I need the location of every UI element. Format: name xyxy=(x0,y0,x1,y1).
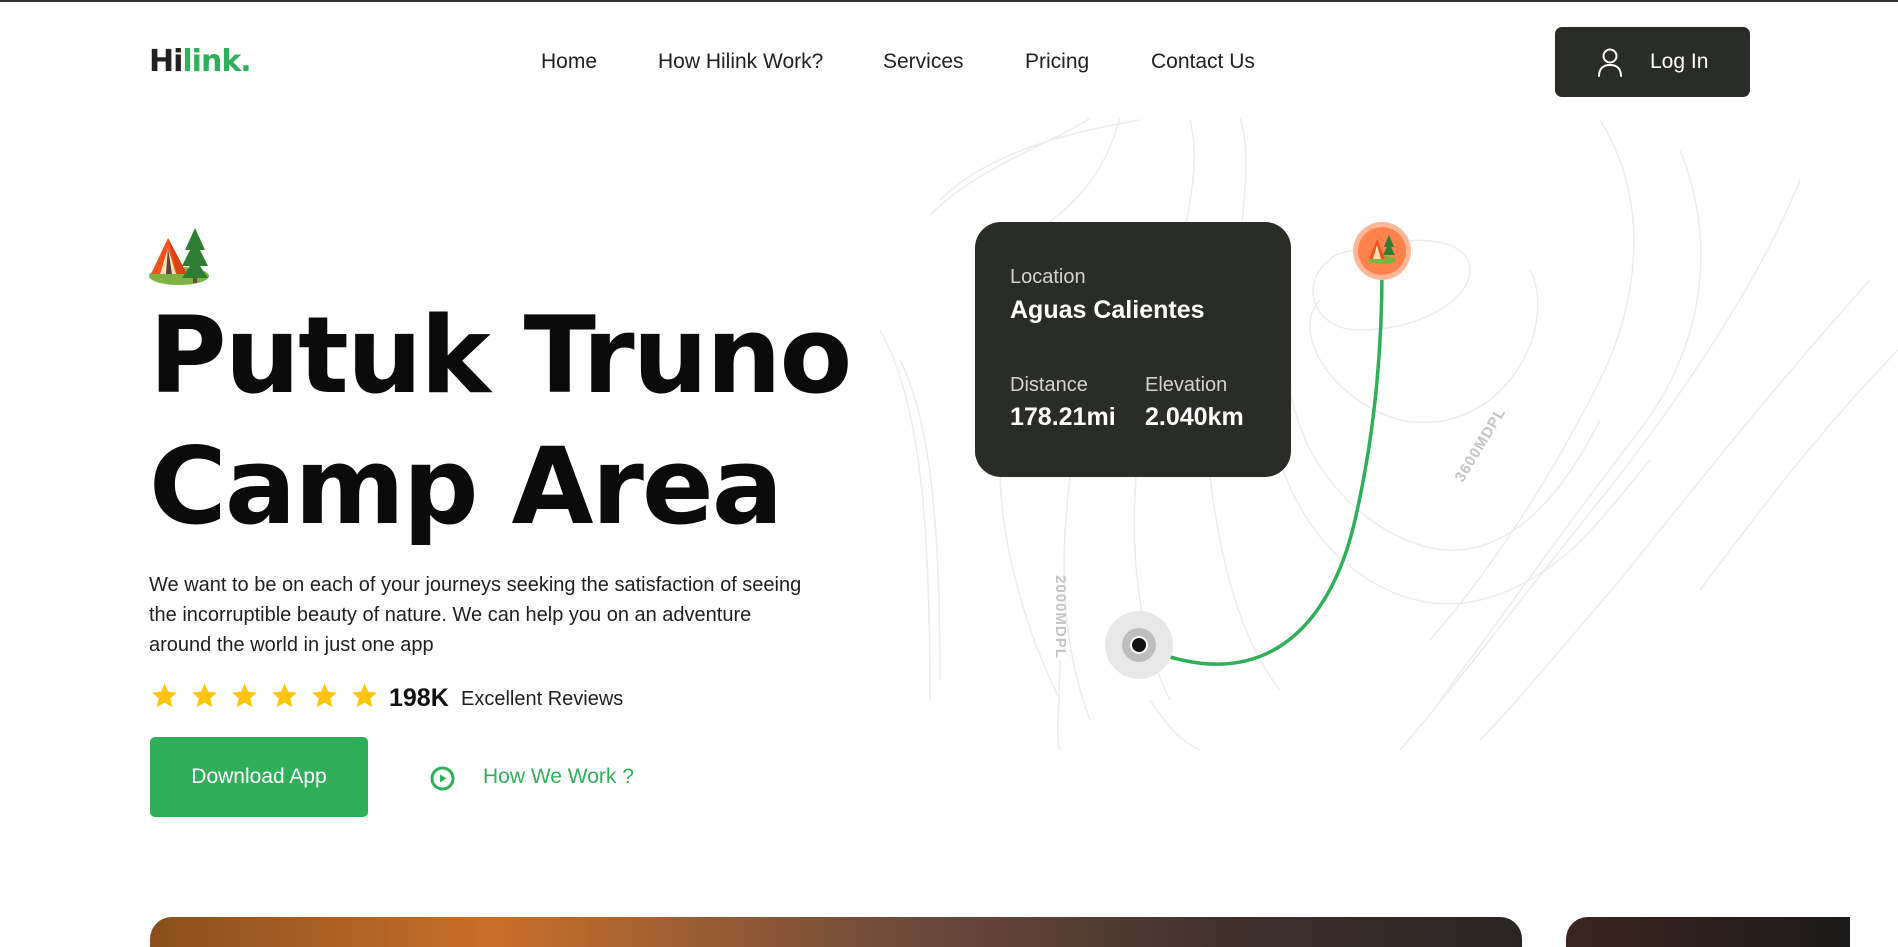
camp-photo-card-secondary[interactable] xyxy=(1566,917,1850,947)
how-we-work-label: How We Work ? xyxy=(483,765,634,788)
hero-description: We want to be on each of your journeys s… xyxy=(149,574,802,656)
star-icon xyxy=(352,683,377,708)
star-icon xyxy=(152,683,177,708)
elevation-label: Elevation xyxy=(1145,374,1228,396)
hero-title-line-1: Putuk Truno xyxy=(149,294,852,417)
start-location-icon xyxy=(1105,611,1173,679)
nav-item-home[interactable]: Home xyxy=(541,48,597,76)
nav-item-services[interactable]: Services xyxy=(883,48,964,76)
nav-item-pricing[interactable]: Pricing xyxy=(1025,48,1089,76)
star-icon xyxy=(192,683,217,708)
elevation-value: 2.040km xyxy=(1145,403,1244,431)
hero-title-line-2: Camp Area xyxy=(149,425,783,548)
logo-part-2: link. xyxy=(182,44,251,79)
top-border xyxy=(0,0,1898,2)
reviews-count: 198K xyxy=(389,684,449,712)
nav-item-how-hilink-work[interactable]: How Hilink Work? xyxy=(658,48,823,76)
camp-photo-card[interactable] xyxy=(150,917,1522,947)
camp-pin-icon[interactable] xyxy=(1352,221,1412,281)
login-button[interactable]: Log In xyxy=(1555,27,1750,97)
location-info-card: Location Aguas Calientes Distance 178.21… xyxy=(975,222,1291,477)
altitude-tag-low: 2000MDPL xyxy=(1051,575,1069,659)
distance-value: 178.21mi xyxy=(1010,403,1116,431)
location-label: Location xyxy=(1010,266,1086,288)
distance-label: Distance xyxy=(1010,374,1088,396)
logo-part-1: Hi xyxy=(149,44,183,79)
star-icon xyxy=(312,683,337,708)
user-icon xyxy=(1598,48,1622,77)
hero-title: Putuk Truno Camp Area xyxy=(149,290,852,552)
star-icon xyxy=(232,683,257,708)
logo[interactable]: Hilink. xyxy=(149,42,252,82)
star-icon xyxy=(272,683,297,708)
download-app-button[interactable]: Download App xyxy=(150,737,368,817)
altitude-tag-high: 3600MDPL xyxy=(1451,404,1510,486)
reviews-label: Excellent Reviews xyxy=(461,688,624,710)
nav-item-contact-us[interactable]: Contact Us xyxy=(1151,48,1255,76)
location-value: Aguas Calientes xyxy=(1010,296,1205,324)
login-label: Log In xyxy=(1650,50,1709,73)
play-icon xyxy=(430,766,455,791)
camp-tent-icon xyxy=(149,228,209,285)
